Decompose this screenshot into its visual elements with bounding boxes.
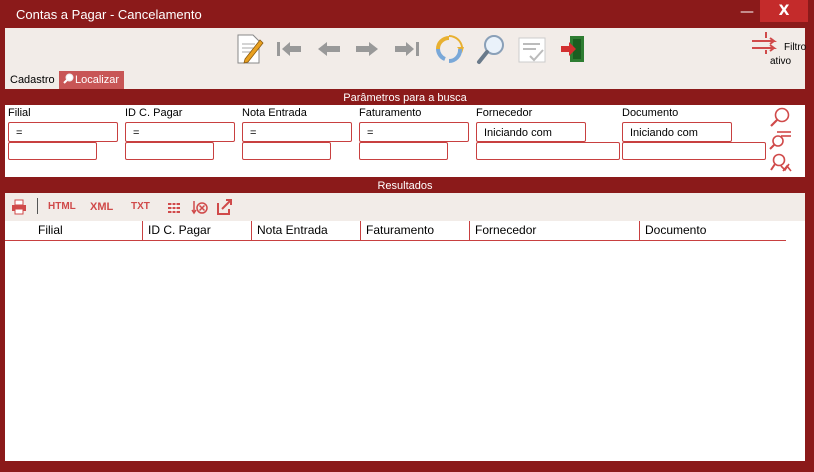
results-grid: Filial ID C. Pagar Nota Entrada Faturame… (5, 221, 805, 461)
grid-column-header[interactable]: Fornecedor (469, 221, 640, 240)
param-label: Documento (622, 107, 679, 119)
search-icon[interactable] (475, 32, 507, 66)
param-value-input[interactable] (125, 142, 214, 160)
param-value-input[interactable] (242, 142, 331, 160)
param-label: Nota Entrada (242, 107, 307, 119)
search-icon[interactable] (767, 106, 793, 128)
search-list-icon[interactable] (767, 129, 793, 151)
tab-localizar[interactable]: Localizar (59, 71, 125, 89)
param-value-input[interactable] (8, 142, 97, 160)
application-window: Contas a Pagar - Cancelamento — X Filtro… (0, 0, 814, 472)
param-label: Filial (8, 107, 31, 119)
tab-cadastro[interactable]: Cadastro (5, 71, 60, 89)
search-icon (63, 71, 75, 89)
filter-active-indicator[interactable]: Filtro ativo (750, 28, 808, 71)
minimize-button[interactable]: — (736, 2, 758, 24)
grid-column-header[interactable]: Nota Entrada (251, 221, 361, 240)
grid-column-header[interactable]: ID C. Pagar (142, 221, 252, 240)
grid-column-header[interactable]: Documento (639, 221, 786, 240)
main-toolbar: Filtro ativo (5, 28, 808, 71)
clear-sort-icon[interactable] (191, 199, 209, 215)
filter-status-label: ativo (770, 56, 792, 67)
param-operator-select[interactable]: = (242, 122, 352, 142)
checklist-icon[interactable] (516, 32, 548, 66)
results-section-header: Resultados (5, 179, 805, 193)
export-xml-button[interactable]: XML (90, 199, 113, 215)
param-operator-select[interactable]: = (359, 122, 469, 142)
param-label: Faturamento (359, 107, 422, 119)
filter-arrows-icon (752, 32, 777, 54)
param-label: ID C. Pagar (125, 107, 183, 119)
search-params-panel: Filial = ID C. Pagar = Nota Entrada = Fa… (5, 105, 805, 177)
search-advanced-icon[interactable] (767, 152, 793, 174)
param-operator-select[interactable]: = (8, 122, 118, 142)
edit-document-icon[interactable] (233, 32, 265, 66)
title-bar: Contas a Pagar - Cancelamento — X (0, 0, 814, 28)
window-title: Contas a Pagar - Cancelamento (16, 7, 202, 22)
toolbar-divider (37, 198, 38, 214)
param-value-input[interactable] (359, 142, 448, 160)
param-value-input[interactable] (476, 142, 620, 160)
param-value-input[interactable] (622, 142, 766, 160)
export-html-button[interactable]: HTML (48, 199, 76, 215)
grid-header-underline (5, 240, 786, 241)
param-operator-select[interactable]: Iniciando com (476, 122, 586, 142)
refresh-icon[interactable] (433, 32, 465, 66)
next-record-icon[interactable] (351, 32, 383, 66)
grid-column-header[interactable]: Faturamento (360, 221, 470, 240)
param-operator-select[interactable]: = (125, 122, 235, 142)
close-button[interactable]: X (760, 0, 808, 22)
param-label: Fornecedor (476, 107, 533, 119)
tab-strip: Cadastro Localizar (5, 71, 805, 89)
exit-icon[interactable] (557, 32, 589, 66)
export-txt-button[interactable]: TXT (131, 199, 150, 215)
export-icon[interactable] (216, 199, 234, 215)
previous-record-icon[interactable] (313, 32, 345, 66)
first-record-icon[interactable] (273, 32, 305, 66)
params-section-header: Parâmetros para a busca (5, 91, 805, 105)
columns-icon[interactable] (167, 199, 181, 215)
tab-localizar-label: Localizar (75, 74, 120, 86)
param-operator-select[interactable]: Iniciando com (622, 122, 732, 142)
last-record-icon[interactable] (391, 32, 423, 66)
results-toolbar: HTML XML TXT (5, 193, 805, 221)
print-icon[interactable] (11, 199, 27, 215)
filter-label: Filtro (784, 42, 807, 53)
grid-column-header[interactable]: Filial (32, 221, 143, 240)
